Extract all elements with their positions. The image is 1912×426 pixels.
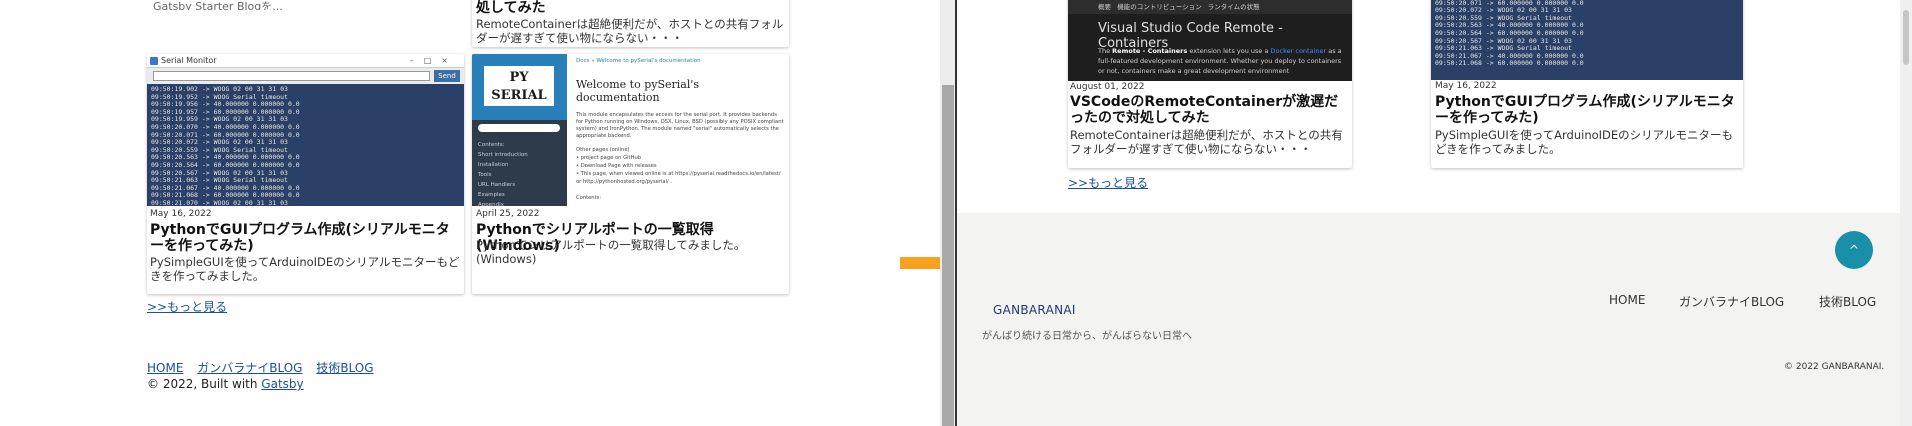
scrollbar-thumb[interactable] — [1903, 10, 1909, 65]
post-desc: Gatsby Starter Blogを... — [153, 0, 283, 10]
app-icon — [150, 57, 158, 65]
footer-link-ganbaranai-blog[interactable]: ガンバラナイBLOG — [197, 361, 302, 375]
post-thumbnail: PY SERIAL Contents: Short introduction I… — [472, 54, 789, 206]
doc-heading: Welcome to pySerial's documentation — [576, 78, 700, 104]
send-input — [153, 71, 430, 81]
window-title: Serial Monitor — [161, 56, 217, 65]
footer-nav-tech-blog[interactable]: 技術BLOG — [1819, 293, 1876, 310]
post-desc: PySimpleGUIを使ってArduinoIDEのシリアルモニターもどきを作っ… — [150, 255, 460, 283]
post-card-partial[interactable]: 処してみた RemoteContainerは超絶便利だが、ホストとの共有フォルダ… — [472, 0, 789, 47]
footer-nav-ganbaranai-blog[interactable]: ガンバラナイBLOG — [1679, 293, 1784, 310]
site-brand[interactable]: GANBARANAI — [993, 303, 1076, 317]
footer-copyright: © 2022 GANBARANAI. — [1784, 362, 1885, 372]
window-controls-icon: –□× — [409, 56, 458, 65]
back-to-top-button[interactable]: ^ — [1835, 231, 1873, 269]
doc-nav-items: Contents: Short introduction Installatio… — [478, 142, 528, 206]
chevron-up-icon: ^ — [1848, 243, 1860, 257]
footer-nav-home[interactable]: HOME — [1609, 293, 1645, 307]
post-desc: Pythonでシリアルポートの一覧取得してみました。(Windows) — [476, 238, 746, 266]
site-footer — [957, 213, 1900, 426]
vscode-ext-text: The Remote - Containers extension lets y… — [1098, 47, 1342, 75]
post-desc: RemoteContainerは超絶便利だが、ホストとの共有フォルダーが遅すぎて… — [476, 17, 784, 45]
post-date: May 16, 2022 — [1435, 81, 1497, 91]
post-date: April 25, 2022 — [476, 209, 540, 219]
post-thumbnail: Serial Monitor –□× Send 09:50:19.902 -> … — [147, 54, 464, 206]
window-title-bar: Serial Monitor –□× — [147, 54, 464, 68]
post-card[interactable]: PY SERIAL Contents: Short introduction I… — [472, 54, 789, 294]
post-desc: RemoteContainerは超絶便利だが、ホストとの共有フォルダーが遅すぎて… — [1070, 128, 1343, 156]
doc-paragraph: This module encapsulates the access for … — [576, 112, 784, 139]
serial-log: 09:50:20.070 -> 40.000000 0.000000 0.0 0… — [1431, 0, 1743, 80]
pyserial-logo: PY SERIAL — [484, 66, 554, 106]
footer-link-tech-blog[interactable]: 技術BLOG — [316, 361, 373, 375]
post-thumbnail: 概要 機能のコントリビューション ランタイムの状態 Visual Studio … — [1068, 0, 1352, 81]
post-card[interactable]: 概要 機能のコントリビューション ランタイムの状態 Visual Studio … — [1068, 0, 1352, 168]
post-thumbnail: 09:50:20.070 -> 40.000000 0.000000 0.0 0… — [1431, 0, 1743, 80]
scrollbar-thumb[interactable] — [942, 85, 954, 426]
post-card[interactable]: 09:50:20.070 -> 40.000000 0.000000 0.0 0… — [1431, 0, 1743, 168]
post-title: VSCodeのRemoteContainerが激遅だったので対処してみた — [1070, 94, 1339, 126]
post-title: PythonでGUIプログラム作成(シリアルモニターを作ってみた) — [1435, 94, 1735, 126]
send-row: Send — [147, 68, 464, 84]
post-title: PythonでGUIプログラム作成(シリアルモニターを作ってみた) — [150, 222, 450, 254]
more-link[interactable]: >>もっと見る — [1068, 174, 1148, 191]
serial-log: 09:50:19.902 -> WOOG 02 00 31 31 03 09:5… — [147, 84, 464, 206]
doc-links: Other pages (online) • project page on G… — [576, 147, 781, 201]
gatsby-link[interactable]: Gatsby — [261, 377, 303, 391]
post-date: May 16, 2022 — [150, 209, 212, 219]
send-button: Send — [434, 70, 460, 82]
footer-copyright: © 2022, Built with Gatsby — [147, 377, 304, 391]
post-desc: PySimpleGUIを使ってArduinoIDEのシリアルモニターもどきを作っ… — [1435, 128, 1734, 156]
footer-nav: HOME ガンバラナイBLOG 技術BLOG — [147, 359, 384, 376]
doc-main: Docs » Welcome to pySerial's documentati… — [576, 58, 785, 206]
more-link[interactable]: >>もっと見る — [147, 298, 227, 315]
vscode-tabs: 概要 機能のコントリビューション ランタイムの状態 — [1068, 0, 1352, 14]
post-title: 処してみた — [476, 0, 546, 16]
doc-search — [478, 124, 560, 132]
site-tagline: がんばり続ける日常から、がんばらない日常へ — [982, 331, 1192, 342]
doc-breadcrumb: Docs » Welcome to pySerial's documentati… — [576, 58, 701, 64]
footer-link-home[interactable]: HOME — [147, 361, 183, 375]
post-date: August 01, 2022 — [1070, 82, 1145, 92]
copyright-text: © 2022, Built with — [147, 377, 258, 391]
post-card[interactable]: Serial Monitor –□× Send 09:50:19.902 -> … — [147, 54, 464, 294]
before-page: Gatsby Starter Blogを... 処してみた RemoteCont… — [0, 0, 940, 426]
